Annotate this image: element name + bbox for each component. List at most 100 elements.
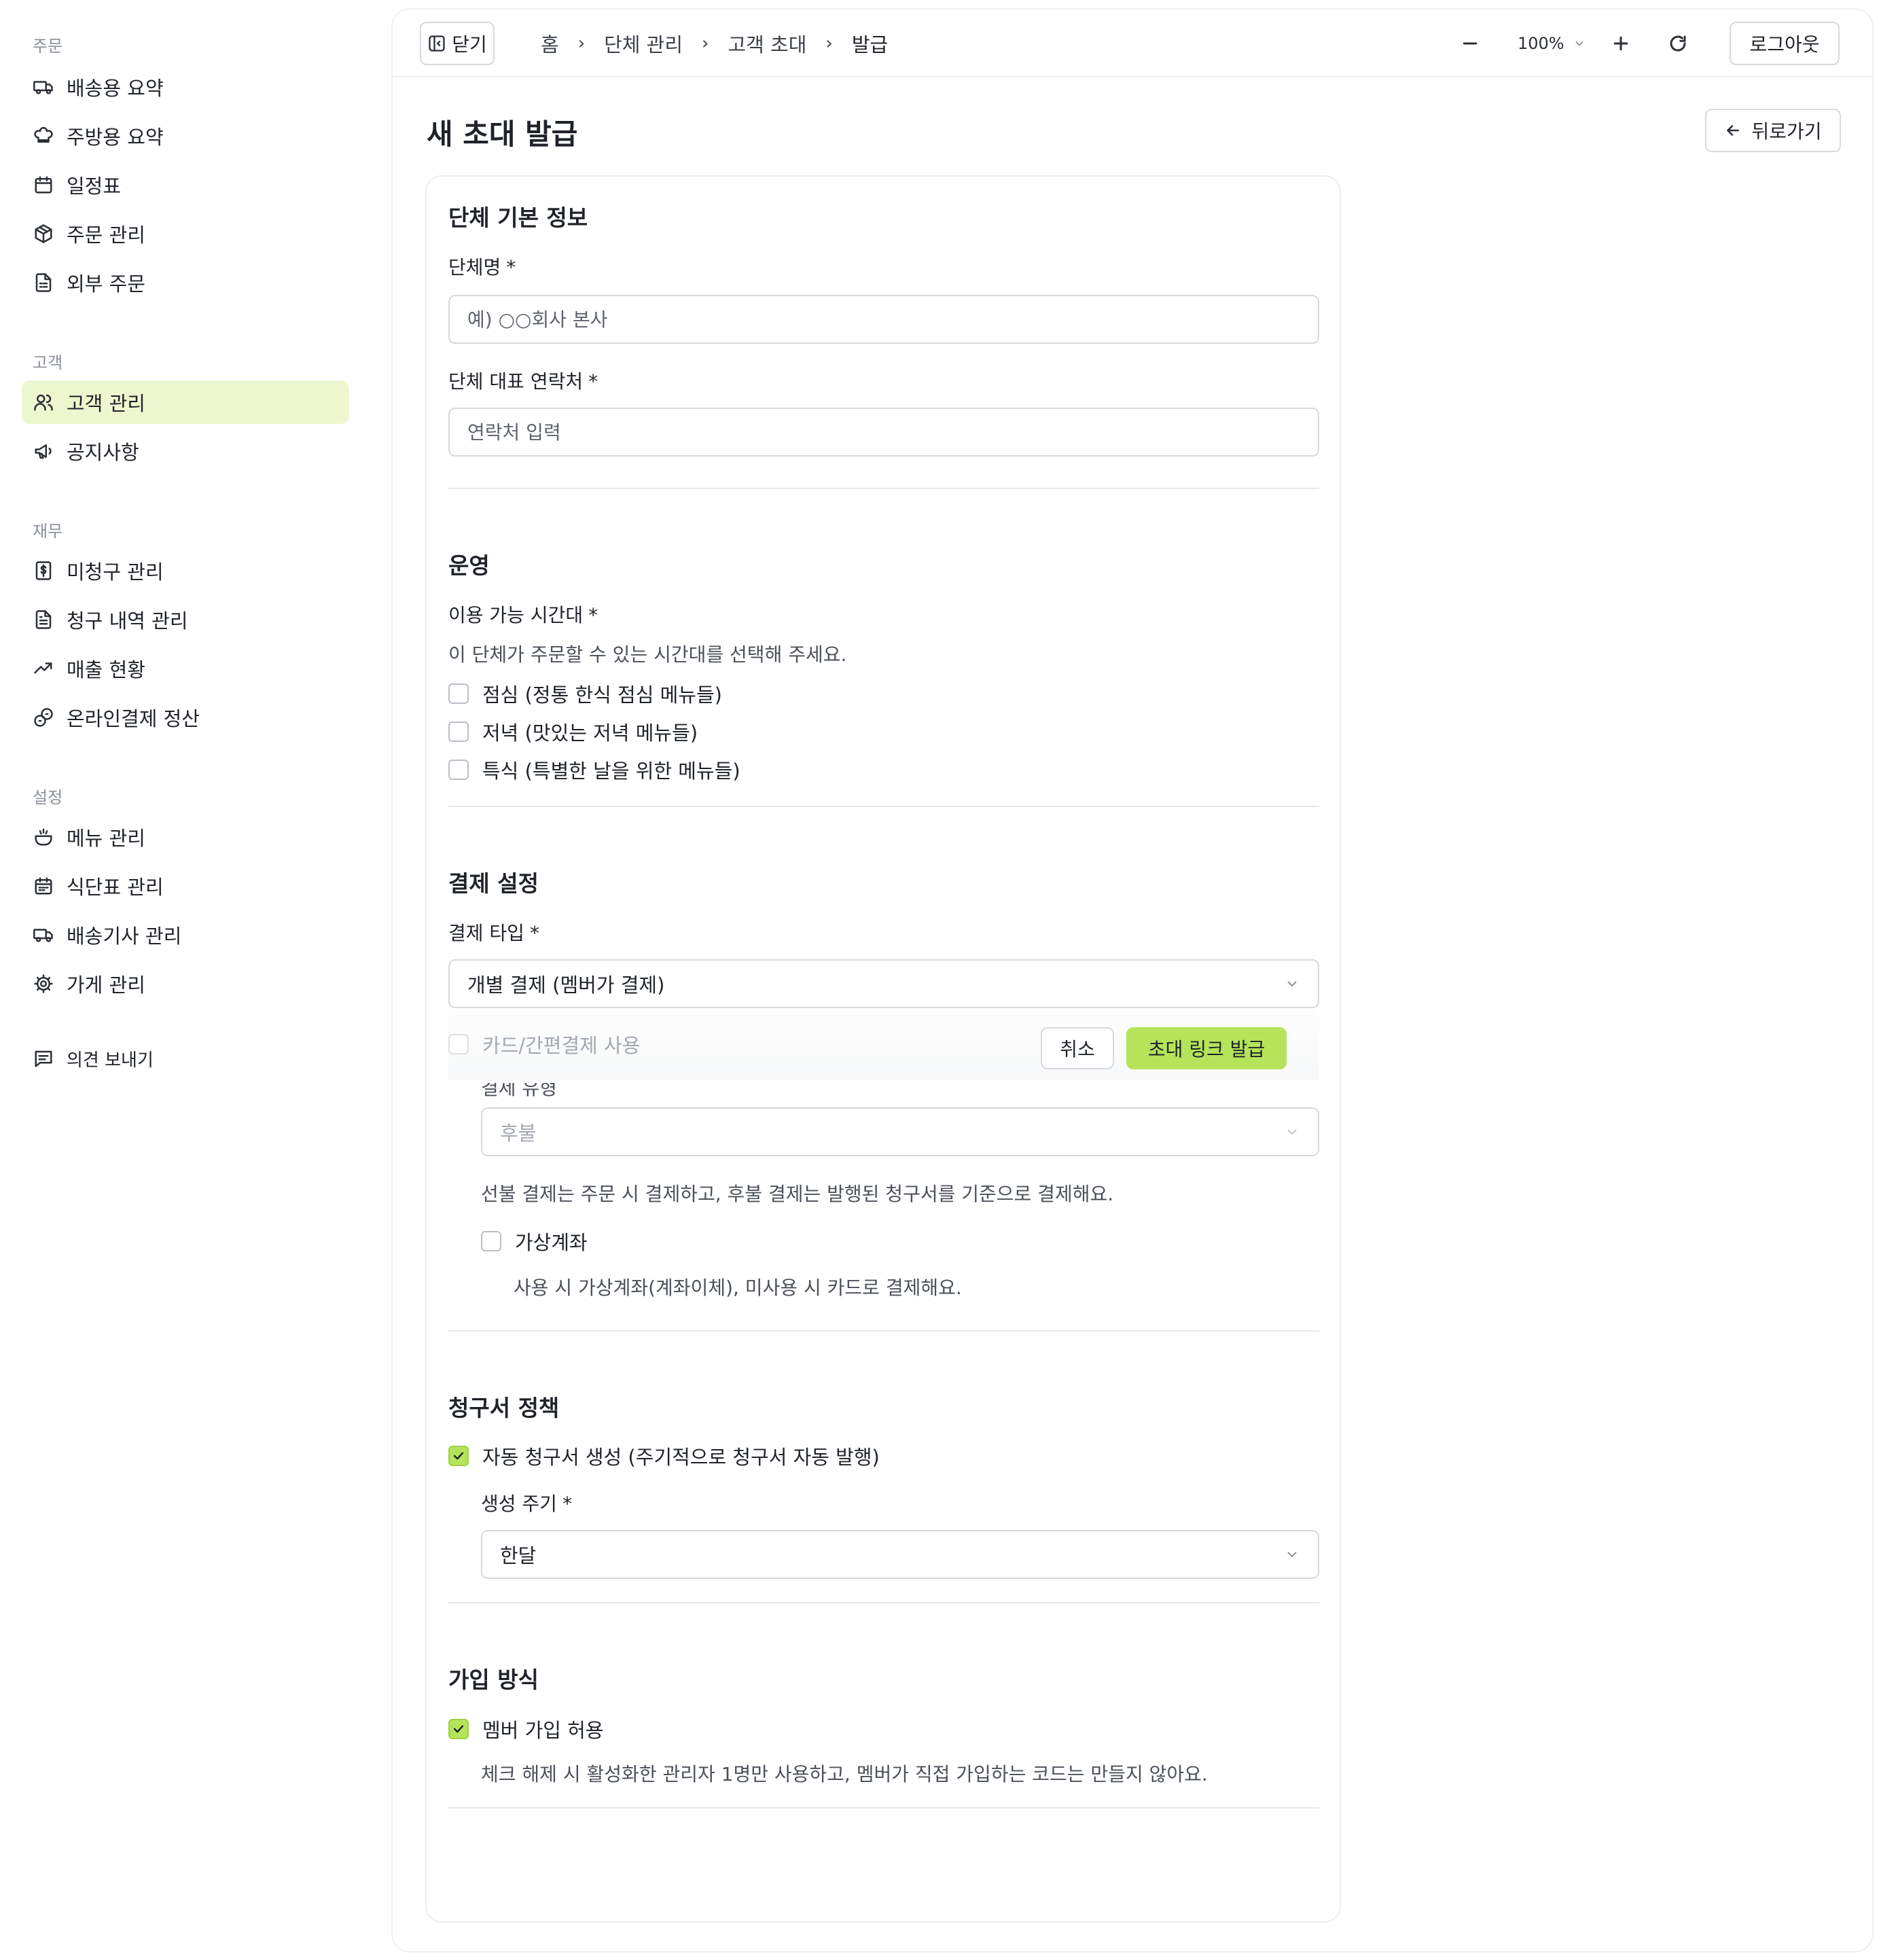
zoom-out-button[interactable] <box>1454 27 1486 60</box>
sidebar-item-label: 배송기사 관리 <box>67 925 182 948</box>
sidebar-item-notices[interactable]: 공지사항 <box>22 429 349 473</box>
payment-type-value: 개별 결제 (멤버가 결제) <box>467 974 665 997</box>
minus-icon <box>1463 42 1478 45</box>
allow-member-signup-checkbox[interactable]: 멤버 가입 허용 <box>448 1715 604 1743</box>
checkbox-box[interactable] <box>448 721 469 742</box>
sidebar-item-drivers[interactable]: 배송기사 관리 <box>22 913 349 957</box>
invite-form: 단체 기본 정보 단체명* 단체 대표 연락처* 운영 이용 가능 시간대* 이… <box>425 175 1341 1923</box>
invoice-cycle-label-text: 생성 주기 <box>481 1493 557 1515</box>
sidebar-section-label: 주문 <box>33 37 63 56</box>
checkbox-label: 특식 (특별한 날을 위한 메뉴들) <box>482 760 740 783</box>
required-mark: * <box>529 922 539 944</box>
section-divider <box>448 1602 1319 1603</box>
group-name-label-text: 단체명 <box>448 256 501 279</box>
breadcrumb-home[interactable]: 홈 <box>541 29 559 58</box>
payment-type-label-text: 결제 타입 <box>448 922 524 944</box>
group-contact-input[interactable] <box>448 408 1319 457</box>
plus-icon <box>1613 36 1628 51</box>
checkbox-box[interactable] <box>448 1719 469 1739</box>
group-name-label: 단체명 * <box>448 253 516 280</box>
chevron-down-icon <box>1287 1129 1297 1135</box>
sidebar-item-billing-history[interactable]: 청구 내역 관리 <box>22 598 349 641</box>
truck-icon <box>33 76 54 98</box>
available-time-label-text: 이용 가능 시간대 <box>448 604 584 626</box>
auto-invoice-checkbox[interactable]: 자동 청구서 생성 (주기적으로 청구서 자동 발행) <box>448 1442 880 1470</box>
checkbox-box[interactable] <box>448 683 469 704</box>
back-label: 뒤로가기 <box>1751 120 1822 143</box>
sidebar-item-customer-management[interactable]: 고객 관리 <box>22 380 349 424</box>
payment-type-label: 결제 타입 * <box>448 919 539 946</box>
payment-method-value: 후불 <box>500 1122 537 1145</box>
checkbox-box[interactable] <box>448 760 469 780</box>
refresh-icon <box>1670 35 1686 52</box>
section-title-payment: 결제 설정 <box>448 870 539 897</box>
breadcrumb-customer-invite[interactable]: 고객 초대 <box>728 29 806 58</box>
available-time-label: 이용 가능 시간대 * <box>448 601 598 628</box>
sidebar-item-label: 가게 관리 <box>67 974 145 997</box>
sidebar-feedback[interactable]: 의견 보내기 <box>22 1037 349 1080</box>
coins-icon <box>33 707 54 728</box>
invoice-cycle-select[interactable]: 한달 <box>481 1530 1319 1579</box>
issue-invite-link-button[interactable]: 초대 링크 발급 <box>1126 1027 1287 1069</box>
sidebar-item-label: 일정표 <box>67 175 122 198</box>
sidebar-item-store-management[interactable]: 가게 관리 <box>22 962 349 1005</box>
zoom-value: 100% <box>1518 34 1564 53</box>
checkbox-box[interactable] <box>448 1446 469 1466</box>
sidebar-item-label: 온라인결제 정산 <box>67 707 200 730</box>
logout-button[interactable]: 로그아웃 <box>1730 22 1840 65</box>
chef-hat-icon <box>33 125 54 147</box>
calendar-icon <box>33 174 54 196</box>
virtual-account-checkbox[interactable]: 가상계좌 <box>481 1227 588 1255</box>
special-meal-checkbox[interactable]: 특식 (특별한 날을 위한 메뉴들) <box>448 755 740 784</box>
megaphone-icon <box>33 440 54 462</box>
sidebar-item-online-settlement[interactable]: 온라인결제 정산 <box>22 696 349 739</box>
sidebar-item-external-orders[interactable]: 외부 주문 <box>22 261 349 304</box>
zoom-in-button[interactable] <box>1605 27 1637 60</box>
chevron-down-icon <box>1287 1552 1297 1558</box>
lunch-checkbox[interactable]: 점심 (정통 한식 점심 메뉴들) <box>448 679 722 708</box>
sidebar-item-schedule[interactable]: 일정표 <box>22 163 349 207</box>
page-title: 새 초대 발급 <box>427 118 578 151</box>
available-time-help: 이 단체가 주문할 수 있는 시간대를 선택해 주세요. <box>448 643 847 666</box>
main-panel: 닫기 홈 › 단체 관리 › 고객 초대 › 발급 100% 로그아웃 새 초대… <box>391 8 1874 1953</box>
checkbox-box[interactable] <box>448 1034 469 1054</box>
chevron-right-icon: › <box>702 33 709 54</box>
sidebar-item-label: 미청구 관리 <box>67 560 164 584</box>
invoice-cycle-label: 생성 주기 * <box>481 1489 572 1516</box>
document-icon <box>33 609 54 630</box>
sidebar-item-kitchen-summary[interactable]: 주방용 요약 <box>22 114 349 158</box>
sidebar-section-label: 재무 <box>33 522 63 541</box>
reload-button[interactable] <box>1662 27 1694 60</box>
cancel-button[interactable]: 취소 <box>1041 1027 1114 1069</box>
allow-member-signup-help: 체크 해제 시 활성화한 관리자 1명만 사용하고, 멤버가 직접 가입하는 코… <box>481 1763 1208 1785</box>
close-button[interactable]: 닫기 <box>420 22 495 65</box>
back-button[interactable]: 뒤로가기 <box>1705 109 1841 152</box>
payment-type-select[interactable]: 개별 결제 (멤버가 결제) <box>448 959 1319 1008</box>
checkbox-label: 자동 청구서 생성 (주기적으로 청구서 자동 발행) <box>482 1446 880 1469</box>
checkbox-box[interactable] <box>481 1231 501 1251</box>
section-title-signup: 가입 방식 <box>448 1667 539 1693</box>
card-payment-checkbox[interactable]: 카드/간편결제 사용 <box>448 1030 640 1058</box>
virtual-account-help: 사용 시 가상계좌(계좌이체), 미사용 시 카드로 결제해요. <box>514 1277 962 1299</box>
sidebar-item-meal-plan[interactable]: 식단표 관리 <box>22 864 349 908</box>
sidebar-item-delivery-summary[interactable]: 배송용 요약 <box>22 65 349 109</box>
breadcrumb-group-management[interactable]: 단체 관리 <box>604 29 683 58</box>
sidebar-item-label: 주문 관리 <box>67 224 145 247</box>
dinner-checkbox[interactable]: 저녁 (맛있는 저녁 메뉴들) <box>448 717 698 746</box>
arrow-left-icon <box>1727 125 1740 136</box>
sidebar-item-unbilled[interactable]: 미청구 관리 <box>22 549 349 592</box>
group-name-input[interactable] <box>448 295 1319 344</box>
section-divider <box>448 488 1319 489</box>
dollar-receipt-icon <box>33 560 54 582</box>
payment-method-select[interactable]: 후불 <box>481 1107 1319 1156</box>
required-mark: * <box>562 1493 572 1515</box>
payment-method-label: 결제 유형 <box>481 1083 617 1099</box>
sidebar-item-menu-management[interactable]: 메뉴 관리 <box>22 815 349 859</box>
sidebar: 주문 배송용 요약 주방용 요약 일정표 주문 관리 외부 주문 고객 고객 관… <box>0 0 380 1960</box>
sidebar-item-sales-status[interactable]: 매출 현황 <box>22 647 349 690</box>
zoom-select[interactable]: 100% <box>1518 27 1586 60</box>
gear-icon <box>33 973 54 995</box>
chevron-down-icon <box>1575 41 1583 46</box>
sidebar-item-label: 외부 주문 <box>67 272 145 296</box>
sidebar-item-order-management[interactable]: 주문 관리 <box>22 212 349 255</box>
